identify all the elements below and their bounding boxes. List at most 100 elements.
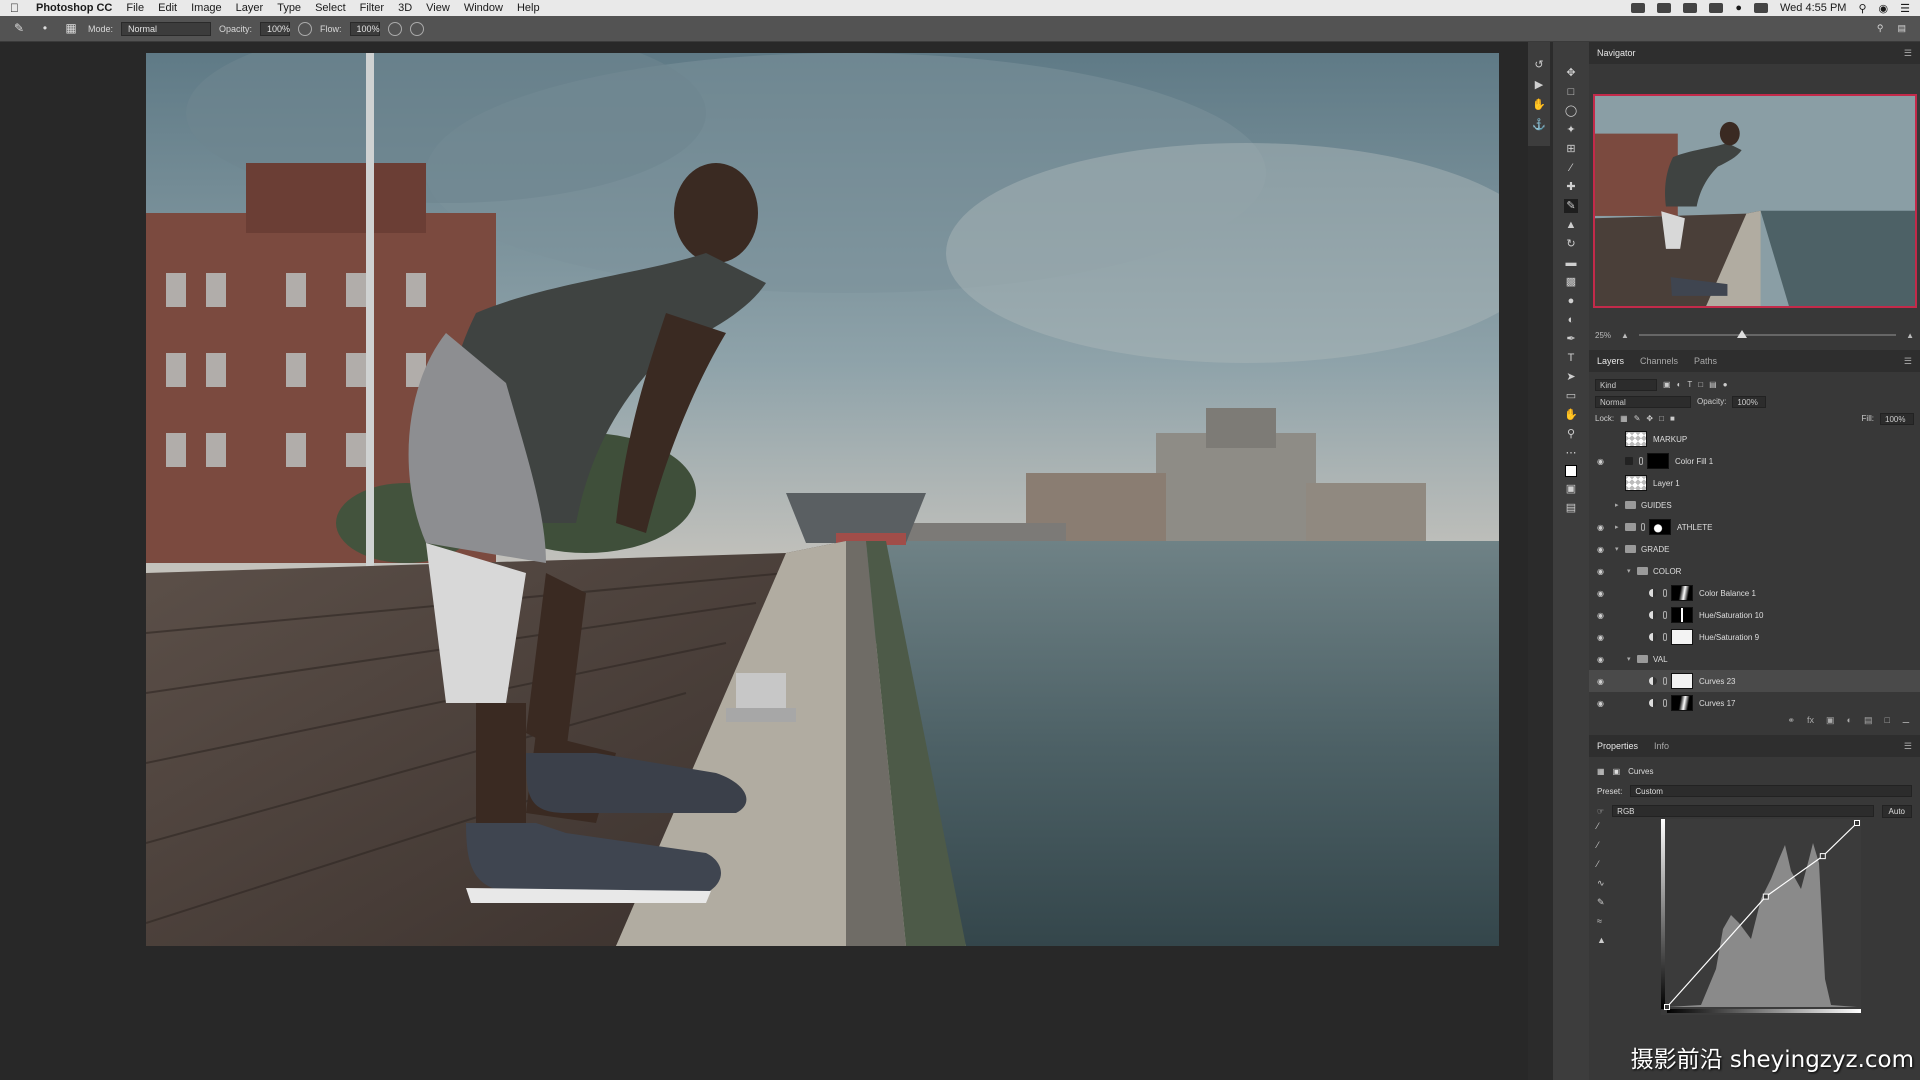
smooth-curve-icon[interactable]: ≈ bbox=[1597, 916, 1609, 926]
adjustment-layer-icon[interactable] bbox=[1649, 677, 1657, 685]
chevron-down-icon[interactable]: ▾ bbox=[1627, 567, 1631, 575]
target-adjust-icon[interactable]: ☞ bbox=[1597, 807, 1604, 816]
curve-points-icon[interactable]: ∿ bbox=[1597, 878, 1609, 888]
mask-link-icon[interactable] bbox=[1663, 589, 1667, 597]
search-icon[interactable]: ⚲ bbox=[1877, 23, 1884, 34]
filter-shape-icon[interactable]: □ bbox=[1698, 380, 1703, 389]
zoom-out-icon[interactable]: ▲ bbox=[1621, 331, 1629, 340]
layer-name[interactable]: Color Balance 1 bbox=[1699, 589, 1756, 598]
menu-view[interactable]: View bbox=[426, 2, 450, 14]
display-icon[interactable] bbox=[1683, 3, 1698, 13]
layer-mask-icon[interactable]: ▣ bbox=[1613, 767, 1621, 776]
visibility-eye-icon[interactable]: ◉ bbox=[1597, 677, 1607, 686]
marquee-tool-icon[interactable]: □ bbox=[1564, 85, 1578, 99]
layer-mask-thumbnail[interactable] bbox=[1671, 585, 1693, 601]
layer-row[interactable]: ◉ Color Balance 1 bbox=[1589, 582, 1920, 604]
delete-layer-icon[interactable]: ⚊ bbox=[1902, 715, 1910, 726]
opacity-field[interactable]: 100% bbox=[260, 21, 290, 36]
new-layer-icon[interactable]: □ bbox=[1884, 715, 1889, 725]
layer-name[interactable]: Curves 17 bbox=[1699, 699, 1735, 708]
brush-panel-icon[interactable]: ▦ bbox=[62, 21, 80, 37]
battery-icon[interactable] bbox=[1754, 3, 1768, 13]
zoom-value[interactable]: 25% bbox=[1595, 331, 1611, 340]
pen-tool-icon[interactable]: ✒ bbox=[1564, 332, 1578, 346]
screen-share-icon[interactable] bbox=[1631, 3, 1646, 13]
healing-tool-icon[interactable]: ✚ bbox=[1564, 180, 1578, 194]
properties-menu-icon[interactable]: ☰ bbox=[1904, 741, 1912, 752]
visibility-eye-icon[interactable]: ◉ bbox=[1597, 655, 1607, 664]
airplay-icon[interactable] bbox=[1709, 3, 1724, 13]
mask-link-icon[interactable] bbox=[1639, 457, 1643, 465]
adjustment-layer-icon[interactable] bbox=[1649, 633, 1657, 641]
layer-row[interactable]: ▸ GUIDES bbox=[1589, 494, 1920, 516]
layer-mask-thumbnail[interactable] bbox=[1671, 607, 1693, 623]
layer-opacity-field[interactable]: 100% bbox=[1732, 395, 1767, 408]
layer-name[interactable]: Hue/Saturation 10 bbox=[1699, 611, 1764, 620]
navigator-preview[interactable] bbox=[1593, 94, 1917, 308]
channel-select[interactable]: RGB bbox=[1612, 805, 1874, 817]
chevron-down-icon[interactable]: ▾ bbox=[1627, 655, 1631, 663]
pressure-opacity-icon[interactable] bbox=[298, 21, 313, 36]
quick-mask-icon[interactable]: ▣ bbox=[1564, 482, 1578, 496]
adjustment-layer-icon[interactable] bbox=[1625, 457, 1633, 465]
layer-name[interactable]: Layer 1 bbox=[1653, 479, 1680, 488]
tab-channels[interactable]: Channels bbox=[1640, 356, 1678, 366]
mask-link-icon[interactable] bbox=[1641, 523, 1645, 531]
layer-row[interactable]: ◉ ▾ GRADE bbox=[1589, 538, 1920, 560]
crop-tool-icon[interactable]: ⊞ bbox=[1564, 142, 1578, 156]
hand-icon[interactable]: ✋ bbox=[1532, 98, 1546, 112]
brush-tool-icon[interactable]: ✎ bbox=[1564, 199, 1578, 213]
visibility-eye-icon[interactable]: ◉ bbox=[1597, 633, 1607, 642]
airbrush-icon[interactable] bbox=[387, 21, 402, 36]
zoom-slider[interactable] bbox=[1638, 330, 1897, 338]
layer-mask-thumbnail[interactable] bbox=[1671, 673, 1693, 689]
foreground-color-swatch[interactable] bbox=[1565, 465, 1577, 477]
visibility-eye-icon[interactable]: ◉ bbox=[1597, 589, 1607, 598]
layer-name[interactable]: MARKUP bbox=[1653, 435, 1687, 444]
layer-thumbnail[interactable] bbox=[1625, 431, 1647, 447]
history-brush-tool-icon[interactable]: ↻ bbox=[1564, 237, 1578, 251]
shape-tool-icon[interactable]: ▭ bbox=[1564, 389, 1578, 403]
eyedropper-tool-icon[interactable]: ⁄ bbox=[1564, 161, 1578, 175]
type-tool-icon[interactable]: T bbox=[1564, 351, 1578, 365]
layer-row[interactable]: ◉ Color Fill 1 bbox=[1589, 450, 1920, 472]
layer-name[interactable]: Hue/Saturation 9 bbox=[1699, 633, 1759, 642]
eraser-tool-icon[interactable]: ▬ bbox=[1564, 256, 1578, 270]
curve-control-point[interactable] bbox=[1664, 1004, 1670, 1010]
layer-mask-thumbnail[interactable] bbox=[1647, 453, 1669, 469]
lasso-tool-icon[interactable]: ◯ bbox=[1564, 104, 1578, 118]
clone-source-icon[interactable]: ⚓ bbox=[1532, 118, 1546, 132]
layer-mask-thumbnail[interactable] bbox=[1671, 695, 1693, 711]
pencil-curve-icon[interactable]: ✎ bbox=[1597, 897, 1609, 907]
curve-control-point[interactable] bbox=[1854, 820, 1860, 826]
layer-row[interactable]: ◉ ▸ ATHLETE bbox=[1589, 516, 1920, 538]
adjustment-layer-icon[interactable] bbox=[1649, 611, 1657, 619]
mask-link-icon[interactable] bbox=[1663, 677, 1667, 685]
zoom-slider-knob[interactable] bbox=[1736, 330, 1747, 338]
layer-name[interactable]: ATHLETE bbox=[1677, 523, 1712, 532]
auto-button[interactable]: Auto bbox=[1881, 804, 1912, 818]
brush-tool-preset-icon[interactable]: ✎ bbox=[10, 21, 28, 37]
lock-position-icon[interactable]: ✥ bbox=[1646, 414, 1653, 423]
gradient-tool-icon[interactable]: ▩ bbox=[1564, 275, 1578, 289]
blend-mode-select[interactable]: Normal bbox=[1595, 395, 1691, 408]
layer-mask-thumbnail[interactable] bbox=[1671, 629, 1693, 645]
layer-row[interactable]: ◉ Curves 23 bbox=[1589, 670, 1920, 692]
tab-paths[interactable]: Paths bbox=[1694, 356, 1717, 366]
tab-layers[interactable]: Layers bbox=[1597, 356, 1624, 366]
pressure-size-icon[interactable] bbox=[409, 21, 424, 36]
curves-graph[interactable] bbox=[1661, 819, 1861, 1015]
layer-row[interactable]: Layer 1 bbox=[1589, 472, 1920, 494]
menu-image[interactable]: Image bbox=[191, 2, 222, 14]
tab-info[interactable]: Info bbox=[1654, 741, 1669, 751]
new-group-icon[interactable]: ▤ bbox=[1864, 715, 1873, 726]
layer-row[interactable]: ◉ Hue/Saturation 10 bbox=[1589, 604, 1920, 626]
link-layers-icon[interactable]: ⚭ bbox=[1787, 715, 1795, 726]
new-adjustment-icon[interactable]: ◐ bbox=[1847, 715, 1852, 725]
fill-field[interactable]: 100% bbox=[1880, 412, 1914, 425]
dodge-tool-icon[interactable]: ◐ bbox=[1564, 313, 1578, 327]
notification-center-icon[interactable]: ☰ bbox=[1900, 2, 1910, 15]
stamp-tool-icon[interactable]: ▲ bbox=[1564, 218, 1578, 232]
curve-control-point[interactable] bbox=[1819, 853, 1826, 860]
menu-select[interactable]: Select bbox=[315, 2, 346, 14]
